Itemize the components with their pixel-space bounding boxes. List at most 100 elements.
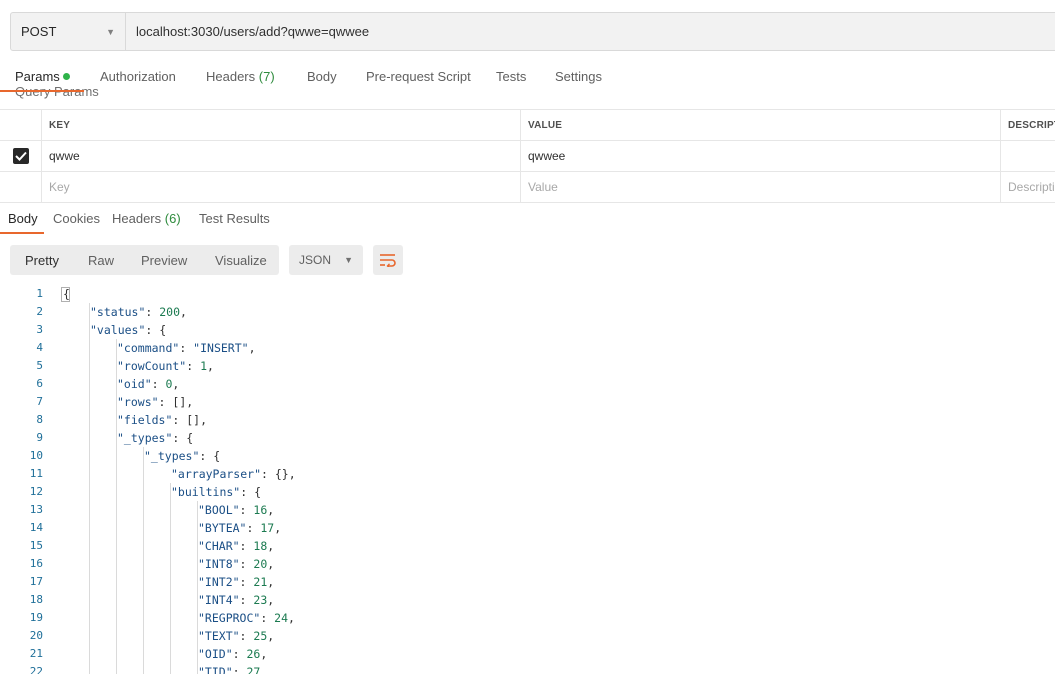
code-text: "OID": 26,	[198, 647, 268, 661]
code-text: "oid": 0,	[117, 377, 180, 391]
param-value-cell[interactable]: qwwee	[520, 141, 1000, 171]
view-visualize-button[interactable]: Visualize	[215, 245, 267, 275]
code-text: "status": 200,	[90, 305, 187, 319]
request-bar: POST ▼ localhost:3030/users/add?qwwe=qww…	[10, 12, 1055, 51]
url-input[interactable]: localhost:3030/users/add?qwwe=qwwee	[126, 13, 1055, 50]
wrap-lines-button[interactable]	[373, 245, 403, 275]
json-key: "BYTEA"	[198, 521, 247, 535]
param-description-cell[interactable]	[1000, 141, 1055, 171]
json-key: "fields"	[117, 413, 173, 427]
format-label: JSON	[299, 253, 332, 267]
indent-guide	[170, 483, 171, 674]
view-preview-button[interactable]: Preview	[141, 245, 187, 275]
table-row-empty: Key Value Description	[0, 172, 1055, 203]
line-number: 19	[29, 611, 43, 624]
code-text: "INT8": 20,	[198, 557, 275, 571]
checkmark-icon	[14, 151, 27, 161]
method-label: POST	[21, 24, 57, 39]
line-number: 10	[29, 449, 43, 462]
tab-body[interactable]: Body	[307, 69, 337, 84]
json-key: "rowCount"	[117, 359, 187, 373]
param-key-cell[interactable]: qwwe	[41, 141, 520, 171]
chevron-down-icon: ▼	[106, 26, 115, 37]
tab-label: Settings	[555, 69, 602, 84]
line-number: 2	[36, 305, 43, 318]
json-value: {	[186, 431, 194, 445]
indent-guide	[116, 339, 117, 674]
line-number: 21	[29, 647, 43, 660]
line-number: 3	[36, 323, 43, 336]
format-select[interactable]: JSON ▼	[289, 245, 363, 275]
line-number: 17	[29, 575, 43, 588]
code-text: "_types": {	[117, 431, 194, 445]
code-line: 15 "CHAR": 18,	[0, 537, 1055, 555]
description-placeholder-field[interactable]: Description	[1000, 172, 1055, 202]
tab-params[interactable]: Params	[15, 69, 70, 84]
tab-cookies[interactable]: Cookies	[53, 211, 100, 226]
line-number: 22	[29, 665, 43, 674]
tab-pre-request-script[interactable]: Pre-request Script	[366, 69, 471, 84]
code-text: "rowCount": 1,	[117, 359, 214, 373]
tab-tests[interactable]: Tests	[496, 69, 526, 84]
line-number: 16	[29, 557, 43, 570]
tab-test-results[interactable]: Test Results	[199, 211, 270, 226]
table-header-row: KEY VALUE DESCRIPTION	[0, 110, 1055, 141]
tab-response-headers[interactable]: Headers (6)	[112, 211, 181, 226]
json-value: 200	[159, 305, 181, 319]
json-value: {}	[274, 467, 289, 481]
code-line: 12 "builtins": {	[0, 483, 1055, 501]
code-line: 6 "oid": 0,	[0, 375, 1055, 393]
line-number: 7	[36, 395, 43, 408]
tab-label: Authorization	[100, 69, 176, 84]
empty-checkbox-cell	[0, 172, 41, 202]
json-value: 1	[200, 359, 208, 373]
json-key: "builtins"	[171, 485, 241, 499]
tab-settings[interactable]: Settings	[555, 69, 602, 84]
json-key: "oid"	[117, 377, 152, 391]
json-key: "rows"	[117, 395, 159, 409]
json-value: "INSERT"	[193, 341, 249, 355]
code-line: 13 "BOOL": 16,	[0, 501, 1055, 519]
code-line: 22 "TID": 27,	[0, 663, 1055, 674]
method-select[interactable]: POST ▼	[11, 13, 126, 50]
key-placeholder-field[interactable]: Key	[41, 172, 520, 202]
tab-response-body[interactable]: Body	[8, 211, 38, 226]
code-text: "CHAR": 18,	[198, 539, 275, 553]
json-value: []	[172, 395, 187, 409]
json-key: "OID"	[198, 647, 233, 661]
code-text: "BYTEA": 17,	[198, 521, 282, 535]
code-line: 18 "INT4": 23,	[0, 591, 1055, 609]
line-number: 12	[29, 485, 43, 498]
param-checkbox[interactable]	[12, 148, 29, 164]
tab-count: (7)	[258, 69, 275, 84]
line-number: 1	[36, 287, 43, 300]
active-tab-indicator	[0, 232, 44, 234]
tab-headers[interactable]: Headers (7)	[206, 69, 275, 84]
header-checkbox-cell	[0, 110, 41, 140]
value-placeholder-field[interactable]: Value	[520, 172, 1000, 202]
wrap-lines-icon	[380, 254, 396, 267]
code-line: 10 "_types": {	[0, 447, 1055, 465]
tab-authorization[interactable]: Authorization	[100, 69, 176, 84]
query-params-title: Query Params	[15, 87, 99, 99]
tab-count: (6)	[164, 211, 181, 226]
tab-label: Body	[307, 69, 337, 84]
line-number: 15	[29, 539, 43, 552]
json-key: "TID"	[198, 665, 233, 674]
column-header-key: KEY	[41, 110, 520, 140]
json-key: "_types"	[144, 449, 200, 463]
code-line: 14 "BYTEA": 17,	[0, 519, 1055, 537]
json-value: 20	[253, 557, 268, 571]
response-body-viewer[interactable]: 1{2 "status": 200, 3 "values": {4 "command":…	[0, 285, 1055, 674]
tab-label: Tests	[496, 69, 527, 84]
line-number: 18	[29, 593, 43, 606]
code-line: 19 "REGPROC": 24,	[0, 609, 1055, 627]
code-text: "TID": 27,	[198, 663, 267, 674]
view-pretty-button[interactable]: Pretty	[25, 245, 59, 275]
view-raw-button[interactable]: Raw	[88, 245, 114, 275]
json-key: "TEXT"	[198, 629, 240, 643]
line-number: 6	[36, 377, 43, 390]
indent-guide	[143, 447, 144, 674]
json-value: {	[254, 485, 262, 499]
params-table: KEY VALUE DESCRIPTION qwwe qwwee Key Val…	[0, 109, 1055, 203]
